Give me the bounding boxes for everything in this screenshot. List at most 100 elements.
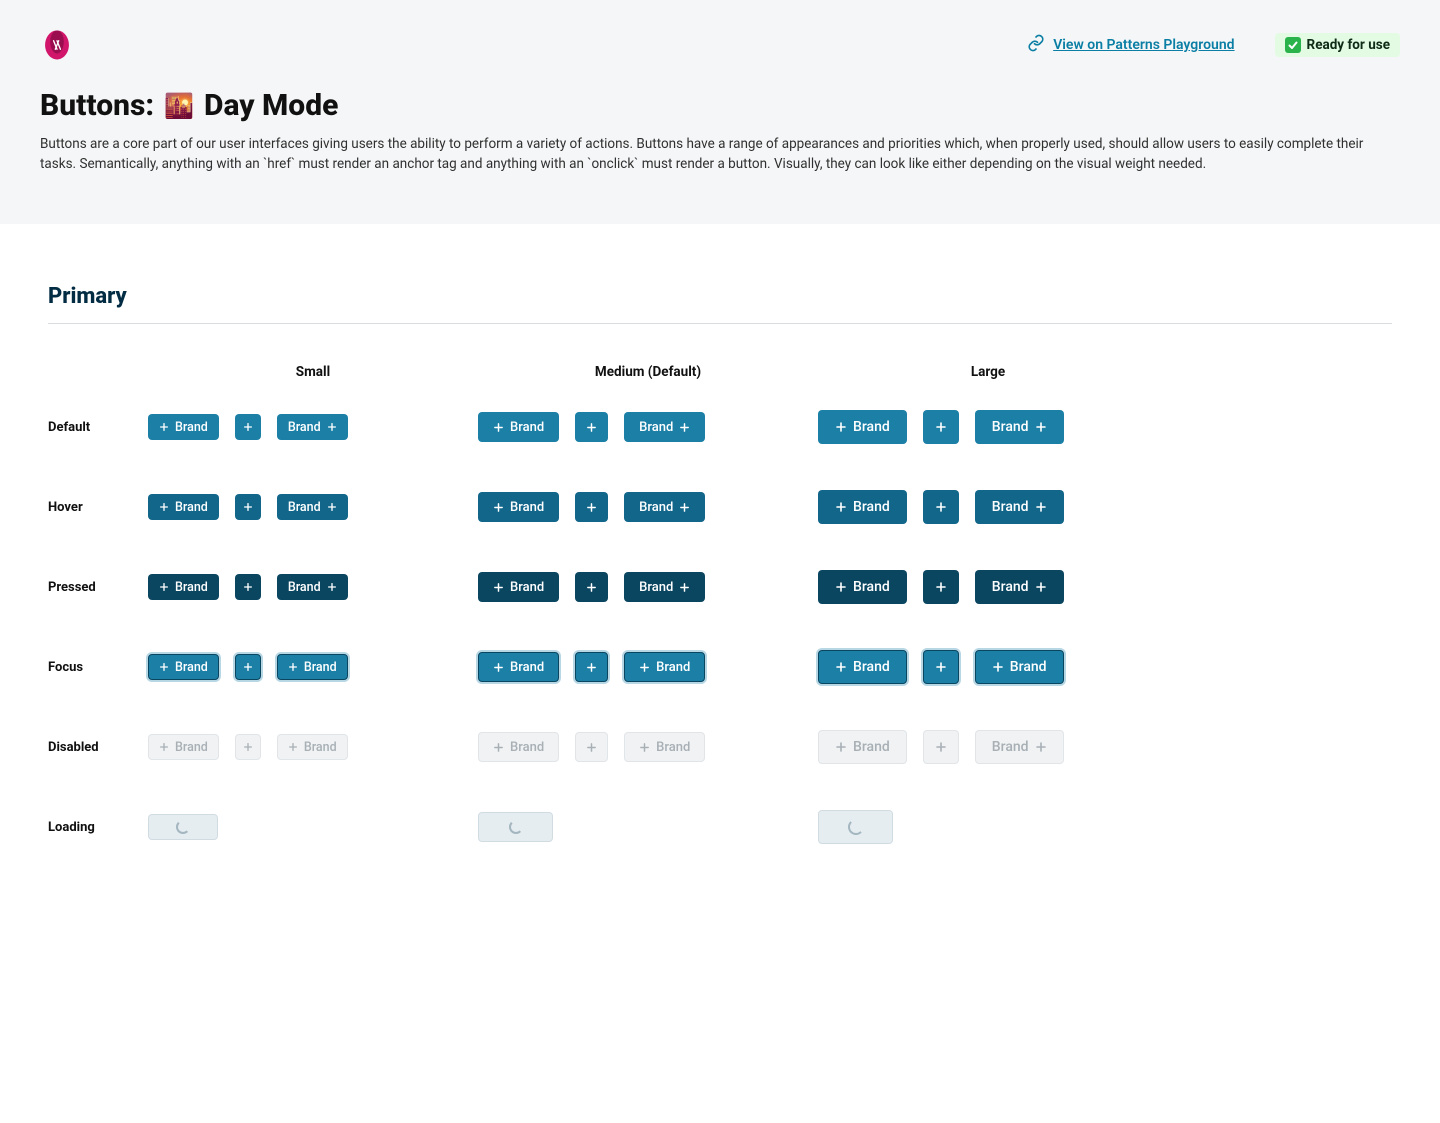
button-label: Brand [656, 660, 690, 675]
state-row-pressed: PressedBrandBrandBrandBrandBrandBrand [48, 570, 1392, 604]
brand-button[interactable]: Brand [624, 492, 705, 522]
brand-button[interactable]: Brand [975, 410, 1064, 444]
brand-button[interactable]: Brand [277, 414, 348, 440]
brand-button[interactable]: Brand [148, 734, 219, 760]
brand-button[interactable]: Brand [818, 410, 907, 444]
brand-button[interactable] [923, 650, 959, 684]
button-cell: Brand Brand [148, 654, 478, 680]
row-label: Loading [48, 820, 148, 835]
brand-button[interactable]: Brand [975, 490, 1064, 524]
button-cell: Brand Brand [148, 734, 478, 760]
brand-button[interactable]: Brand [624, 732, 705, 762]
brand-button[interactable]: Brand [277, 734, 348, 760]
button-label: Brand [288, 420, 321, 435]
plus-icon [327, 582, 337, 592]
brand-button[interactable]: Brand [148, 494, 219, 520]
brand-button[interactable] [235, 654, 261, 680]
plus-icon [935, 501, 947, 513]
plus-icon [288, 662, 298, 672]
plus-icon [835, 661, 847, 673]
brand-button[interactable] [923, 570, 959, 604]
brand-button[interactable] [235, 734, 261, 760]
check-icon [1285, 37, 1301, 53]
brand-button[interactable]: Brand [975, 650, 1064, 684]
button-label: Brand [992, 499, 1029, 515]
section-title: Primary [48, 284, 1392, 324]
button-cell: Brand Brand [148, 414, 478, 440]
button-label: Brand [175, 660, 208, 675]
button-label: Brand [510, 740, 544, 755]
brand-button-loading[interactable] [148, 814, 218, 840]
plus-icon [243, 422, 253, 432]
brand-button[interactable]: Brand [478, 412, 559, 442]
brand-button[interactable]: Brand [624, 412, 705, 442]
plus-icon [586, 582, 597, 593]
brand-button[interactable]: Brand [148, 654, 219, 680]
button-label: Brand [175, 420, 208, 435]
playground-link[interactable]: View on Patterns Playground [1027, 34, 1234, 56]
plus-icon [493, 662, 504, 673]
page-title: Buttons: 🌇 Day Mode [40, 88, 1400, 123]
brand-button[interactable]: Brand [148, 574, 219, 600]
brand-button[interactable]: Brand [818, 730, 907, 764]
brand-button-loading[interactable] [478, 812, 553, 842]
brand-button[interactable]: Brand [818, 650, 907, 684]
brand-button[interactable] [575, 732, 608, 762]
brand-button[interactable]: Brand [478, 732, 559, 762]
button-label: Brand [639, 500, 673, 515]
brand-button[interactable]: Brand [975, 730, 1064, 764]
brand-button[interactable]: Brand [478, 492, 559, 522]
state-row-disabled: DisabledBrandBrandBrandBrandBrandBrand [48, 730, 1392, 764]
button-label: Brand [992, 739, 1029, 755]
plus-icon [1035, 741, 1047, 753]
brand-button[interactable] [235, 414, 261, 440]
plus-icon [243, 662, 253, 672]
plus-icon [835, 581, 847, 593]
spinner-icon [176, 820, 190, 834]
brand-button[interactable]: Brand [478, 572, 559, 602]
plus-icon [1035, 581, 1047, 593]
brand-button[interactable]: Brand [818, 570, 907, 604]
button-label: Brand [175, 580, 208, 595]
brand-button[interactable] [923, 730, 959, 764]
button-cell: Brand Brand [818, 650, 1158, 684]
brand-button[interactable]: Brand [624, 652, 705, 682]
brand-button[interactable] [575, 572, 608, 602]
sunset-icon: 🌇 [164, 92, 194, 120]
brand-button-loading[interactable] [818, 810, 893, 844]
button-label: Brand [992, 579, 1029, 595]
brand-button[interactable] [235, 574, 261, 600]
brand-button[interactable] [235, 494, 261, 520]
spinner-icon [848, 819, 864, 835]
plus-icon [586, 422, 597, 433]
brand-button[interactable]: Brand [277, 574, 348, 600]
brand-button[interactable]: Brand [148, 414, 219, 440]
brand-button[interactable] [923, 410, 959, 444]
brand-button[interactable]: Brand [818, 490, 907, 524]
plus-icon [327, 422, 337, 432]
plus-icon [327, 502, 337, 512]
brand-button[interactable]: Brand [277, 494, 348, 520]
brand-button[interactable] [575, 652, 608, 682]
plus-icon [159, 422, 169, 432]
brand-button[interactable] [575, 492, 608, 522]
col-large: Large [818, 364, 1158, 380]
button-cell: Brand Brand [478, 652, 818, 682]
brand-button[interactable]: Brand [624, 572, 705, 602]
button-cell: Brand Brand [148, 494, 478, 520]
plus-icon [935, 741, 947, 753]
button-label: Brand [510, 420, 544, 435]
col-medium: Medium (Default) [478, 364, 818, 380]
plus-icon [288, 742, 298, 752]
plus-icon [493, 502, 504, 513]
plus-icon [679, 422, 690, 433]
brand-button[interactable]: Brand [478, 652, 559, 682]
brand-button[interactable] [575, 412, 608, 442]
plus-icon [493, 422, 504, 433]
brand-button[interactable]: Brand [277, 654, 348, 680]
brand-button[interactable]: Brand [975, 570, 1064, 604]
plus-icon [493, 582, 504, 593]
brand-button[interactable] [923, 490, 959, 524]
plus-icon [586, 662, 597, 673]
state-row-default: DefaultBrandBrandBrandBrandBrandBrand [48, 410, 1392, 444]
